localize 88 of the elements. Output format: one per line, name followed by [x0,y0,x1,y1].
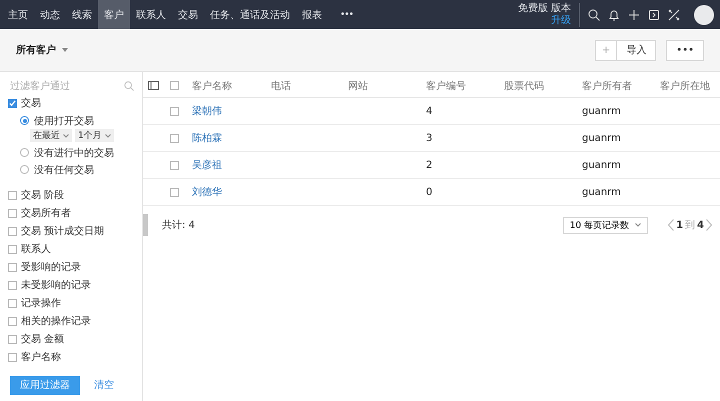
table-cell-text: 2 [426,160,434,170]
chevron-right-icon[interactable] [706,219,712,231]
option-label: 没有任何交易 [34,164,94,176]
table-cell-text: 4 [426,106,434,116]
option-label: 使用打开交易 [34,114,94,128]
plus-icon[interactable] [628,8,640,20]
nav-tab[interactable]: 主页 [2,0,34,29]
column-header[interactable]: 股票代码 [504,78,582,92]
user-avatar[interactable] [694,4,714,24]
filter-label: 交易 [21,96,41,110]
import-button[interactable]: 导入 [616,40,656,60]
customer-link[interactable]: 梁朝伟 [192,104,271,118]
checkbox[interactable] [8,226,17,236]
page-separator: 到 [685,219,696,232]
checkbox[interactable] [8,208,17,218]
column-header[interactable]: 客户所在地 [660,78,720,92]
column-header[interactable]: 网站 [348,78,426,92]
checkbox[interactable] [8,298,17,308]
filter-label: 交易所有者 [21,206,71,220]
checkbox[interactable] [8,262,17,272]
customer-link[interactable]: 陈柏霖 [192,131,271,145]
nav-tab[interactable]: 任务、通话及活动 [204,0,296,29]
page-count: 4 [697,220,704,230]
caret-icon [62,46,68,54]
columns-icon[interactable] [148,80,160,90]
chevron-down-icon [104,134,111,138]
dropdown[interactable]: 1个月 [75,129,114,142]
radio-button[interactable] [20,148,29,157]
checkbox[interactable] [8,190,17,200]
filter-label: 交易 金额 [21,332,64,346]
table-cell-text: guanrm [582,160,622,170]
nav-tab[interactable]: 动态 [34,0,66,29]
checkbox[interactable] [170,81,179,90]
checkbox[interactable] [8,98,17,108]
search-icon [124,81,134,91]
filter-label: 交易 阶段 [21,188,64,202]
table-cell-text: guanrm [582,132,622,144]
nav-tab[interactable]: 报表 [296,0,328,29]
filter-label: 联系人 [21,242,51,256]
table-cell-text: guanrm [582,106,622,116]
page-size-dropdown[interactable]: 10 每页记录数 [562,216,648,234]
checkbox[interactable] [8,334,17,344]
nav-tab[interactable]: 联系人 [130,0,172,29]
checkbox[interactable] [8,352,17,362]
nav-tab[interactable]: 客户 [98,0,130,29]
column-header[interactable]: 电话 [271,78,348,92]
checkbox[interactable] [170,134,179,142]
column-header[interactable]: 客户名称 [192,78,271,92]
search-icon[interactable] [588,8,600,20]
chevron-down-icon [635,223,642,227]
checkbox[interactable] [8,280,17,290]
customer-link[interactable]: 吴彦祖 [192,158,271,172]
table-cell-text: 0 [426,186,434,198]
nav-tab[interactable]: 交易 [172,0,204,29]
view-selector[interactable]: 所有客户 [16,43,68,57]
sidebar-collapse-handle[interactable] [143,214,148,236]
checkbox[interactable] [170,160,179,170]
filter-label: 相关的操作记录 [21,314,91,328]
table-cell-text: 3 [426,132,434,144]
more-tabs-button[interactable]: ••• [328,0,365,29]
chevron-down-icon [63,134,69,138]
checkbox[interactable] [8,316,17,326]
filter-label: 受影响的记录 [21,260,81,274]
chevron-left-icon[interactable] [668,219,674,231]
column-header[interactable]: 客户编号 [426,78,504,92]
customer-link[interactable]: 刘德华 [192,185,271,199]
filter-label: 交易 预计成交日期 [21,224,104,238]
total-count: 共计: 4 [162,218,195,232]
more-button[interactable]: ••• [666,40,704,60]
clear-link[interactable]: 清空 [94,378,114,392]
table-cell-text: guanrm [582,186,622,198]
bell-icon[interactable] [608,8,620,20]
upgrade-link[interactable]: 升级 [551,14,571,26]
edition-label: 免费版 版本 [518,2,571,14]
filter-label: 未受影响的记录 [21,278,91,292]
checkbox[interactable] [170,188,179,196]
filter-label: 记录操作 [21,297,61,310]
checkbox[interactable] [8,244,17,254]
dropdown[interactable]: 在最近 [30,129,72,142]
filter-label: 客户名称 [21,350,61,364]
column-header[interactable]: 客户所有者 [582,78,660,92]
apply-filter-button[interactable]: 应用过滤器 [10,376,80,394]
checkbox[interactable] [170,106,179,116]
option-label: 没有进行中的交易 [34,146,114,160]
radio-button[interactable] [20,116,29,125]
nav-tab[interactable]: 线索 [66,0,98,29]
radio-button[interactable] [20,165,29,174]
page-number: 1 [676,220,684,230]
